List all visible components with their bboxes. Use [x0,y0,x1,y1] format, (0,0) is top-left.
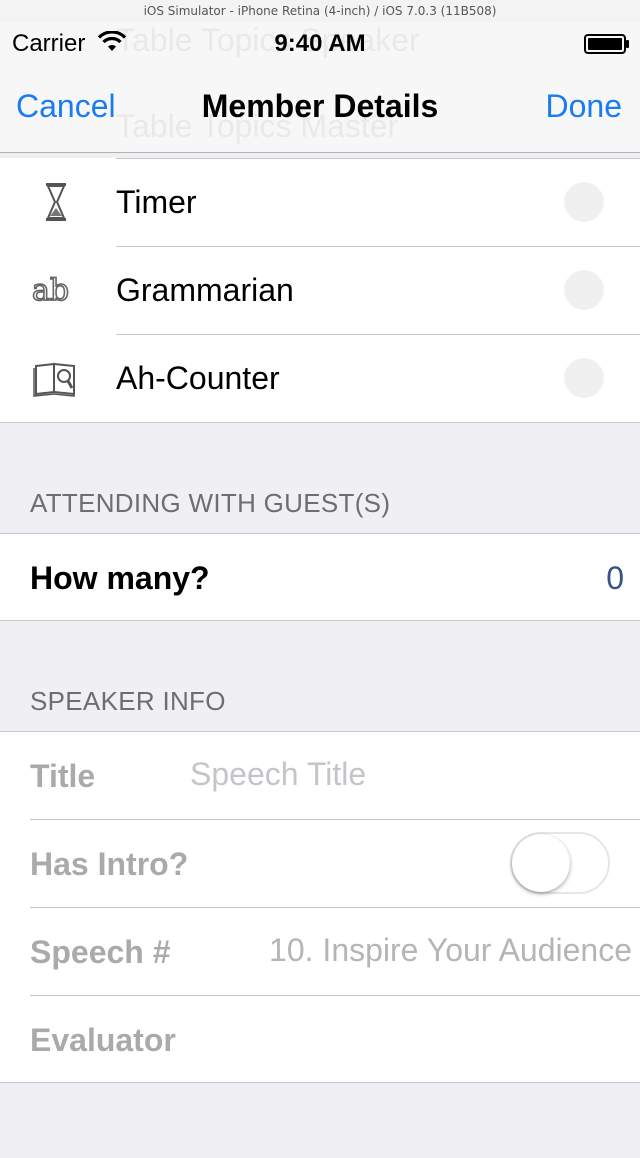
speaker-info-section: Title Speech Title Has Intro? Speech # 1… [0,731,640,1083]
role-label: Ah-Counter [116,360,280,396]
battery-icon [584,34,629,54]
guests-section: How many? 0 [0,533,640,621]
page-title: Member Details [201,88,439,124]
role-select-radio[interactable] [564,182,604,222]
speech-number-label: Speech # [30,934,171,970]
role-label: Grammarian [116,272,294,308]
toggle-knob [512,834,570,892]
section-header-guests: ATTENDING WITH GUEST(S) [30,488,391,518]
role-row-grammarian[interactable]: ab Grammarian [0,246,640,334]
navigation-bar: Cancel Member Details Done [0,66,640,152]
status-bar: Carrier 9:40 AM [0,22,640,62]
evaluator-label: Evaluator [30,1022,176,1058]
roles-list: Timer ab Grammarian Ah-Counter [0,158,640,423]
guest-count-label: How many? [30,560,210,596]
ab-letters-icon: ab [31,272,70,309]
role-select-radio[interactable] [564,270,604,310]
guest-count-value[interactable]: 0 [606,560,624,597]
speech-number-row[interactable]: Speech # 10. Inspire Your Audience [0,908,640,996]
book-magnifier-icon [33,362,75,397]
top-bar: Table Topics Speaker Table Topics Master… [0,22,640,153]
section-header-speaker: SPEAKER INFO [30,686,226,716]
role-row-timer[interactable]: Timer [0,158,640,246]
has-intro-row: Has Intro? [0,820,640,908]
speech-title-label: Title [30,758,96,794]
speech-number-value[interactable]: 10. Inspire Your Audience [269,932,632,969]
status-time: 9:40 AM [274,30,366,57]
role-label: Timer [116,184,197,220]
speech-title-input[interactable]: Speech Title [190,756,366,793]
evaluator-row[interactable]: Evaluator [0,996,640,1084]
done-button[interactable]: Done [546,88,623,125]
has-intro-toggle[interactable] [510,832,610,894]
hourglass-icon [46,183,66,221]
svg-text:ab: ab [32,273,69,308]
has-intro-label: Has Intro? [30,846,189,882]
role-row-ah-counter[interactable]: Ah-Counter [0,334,640,422]
role-select-radio[interactable] [564,358,604,398]
simulator-window-title: iOS Simulator - iPhone Retina (4-inch) /… [0,0,640,23]
speech-title-row: Title Speech Title [0,732,640,820]
